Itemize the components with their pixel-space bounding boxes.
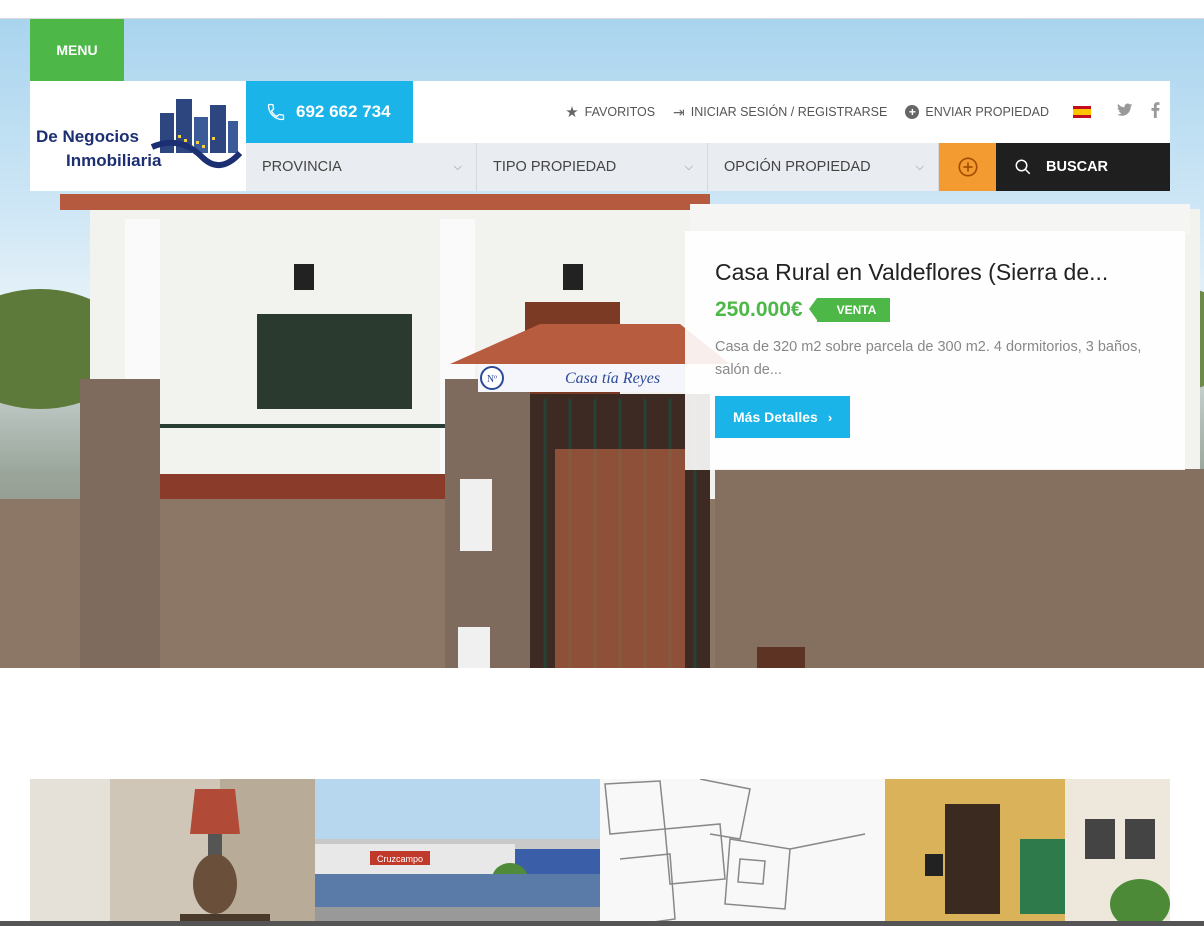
property-title[interactable]: Casa Rural en Valdeflores (Sierra de... <box>715 259 1155 286</box>
facebook-icon[interactable] <box>1151 101 1160 123</box>
property-option-select[interactable]: OPCIÓN PROPIEDAD ⌵ <box>708 143 939 191</box>
property-price: 250.000€ <box>715 298 803 321</box>
search-button-label: BUSCAR <box>1046 159 1109 175</box>
chevron-down-icon: ⌵ <box>684 160 693 173</box>
featured-property-card: Casa Rural en Valdeflores (Sierra de... … <box>685 231 1185 470</box>
phone-contact[interactable]: 692 662 734 <box>246 81 413 143</box>
property-thumbnail[interactable] <box>885 779 1170 926</box>
sign-in-icon: ⇥ <box>673 103 685 120</box>
property-type-select[interactable]: TIPO PROPIEDAD ⌵ <box>477 143 708 191</box>
phone-number: 692 662 734 <box>296 102 391 121</box>
property-thumbnails: Cruzcampo <box>30 779 1170 926</box>
favorites-link[interactable]: ★ FAVORITOS <box>565 103 655 121</box>
province-select[interactable]: PROVINCIA ⌵ <box>246 143 477 191</box>
province-label: PROVINCIA <box>262 159 342 175</box>
thumb-sign-text: Cruzcampo <box>377 854 423 864</box>
page: Nº Casa tía Reyes MENU De Negocios Inmob… <box>0 0 1204 926</box>
hero-sign-number: Nº <box>487 374 497 385</box>
submit-property-label: ENVIAR PROPIEDAD <box>925 105 1049 119</box>
top-links: ★ FAVORITOS ⇥ INICIAR SESIÓN / REGISTRAR… <box>413 81 1170 143</box>
logo-buildings-icon <box>150 99 242 168</box>
menu-button[interactable]: MENU <box>30 19 124 81</box>
phone-icon <box>267 103 285 121</box>
logo[interactable]: De Negocios Inmobiliaria <box>30 81 246 191</box>
favorites-label: FAVORITOS <box>584 105 656 119</box>
spanish-flag-icon[interactable] <box>1073 106 1091 118</box>
logo-text-line1: De Negocios <box>36 127 139 146</box>
commercial-building-image: Cruzcampo <box>315 779 600 926</box>
search-icon <box>1015 159 1031 175</box>
chevron-down-icon: ⌵ <box>453 160 462 173</box>
more-details-label: Más Detalles <box>733 409 818 425</box>
advanced-search-button[interactable] <box>939 143 996 191</box>
search-bar: PROVINCIA ⌵ TIPO PROPIEDAD ⌵ OPCIÓN PROP… <box>246 143 1170 191</box>
submit-property-link[interactable]: + ENVIAR PROPIEDAD <box>905 105 1049 119</box>
search-button[interactable]: BUSCAR <box>996 143 1170 191</box>
floor-plan-image <box>600 779 885 926</box>
plus-circle-icon <box>957 157 978 177</box>
price-row: 250.000€ VENTA <box>715 298 1155 322</box>
login-label: INICIAR SESIÓN / REGISTRARSE <box>690 105 888 119</box>
twitter-icon[interactable] <box>1117 103 1133 122</box>
bottom-scroll-bar <box>0 921 1204 926</box>
hero-sign-text: Casa tía Reyes <box>565 370 660 387</box>
property-thumbnail[interactable] <box>30 779 315 926</box>
star-icon: ★ <box>565 104 579 121</box>
plus-circle-icon: + <box>905 105 920 119</box>
status-badge: VENTA <box>808 298 891 322</box>
interior-lamp-image <box>30 779 315 926</box>
logo-text-line2: Inmobiliaria <box>66 151 162 170</box>
chevron-down-icon: ⌵ <box>915 160 924 173</box>
menu-label: MENU <box>56 42 98 58</box>
property-thumbnail[interactable]: Cruzcampo <box>315 779 600 926</box>
property-option-label: OPCIÓN PROPIEDAD <box>724 159 871 175</box>
header-bar: De Negocios Inmobiliaria 692 662 734 ★ F… <box>30 81 1170 191</box>
chevron-right-icon: › <box>827 409 833 425</box>
more-details-button[interactable]: Más Detalles › <box>715 396 851 438</box>
property-description: Casa de 320 m2 sobre parcela de 300 m2. … <box>715 339 1142 378</box>
property-type-label: TIPO PROPIEDAD <box>493 159 617 175</box>
login-link[interactable]: ⇥ INICIAR SESIÓN / REGISTRARSE <box>673 104 887 121</box>
property-thumbnail[interactable] <box>600 779 885 926</box>
historic-facade-image <box>885 779 1170 926</box>
